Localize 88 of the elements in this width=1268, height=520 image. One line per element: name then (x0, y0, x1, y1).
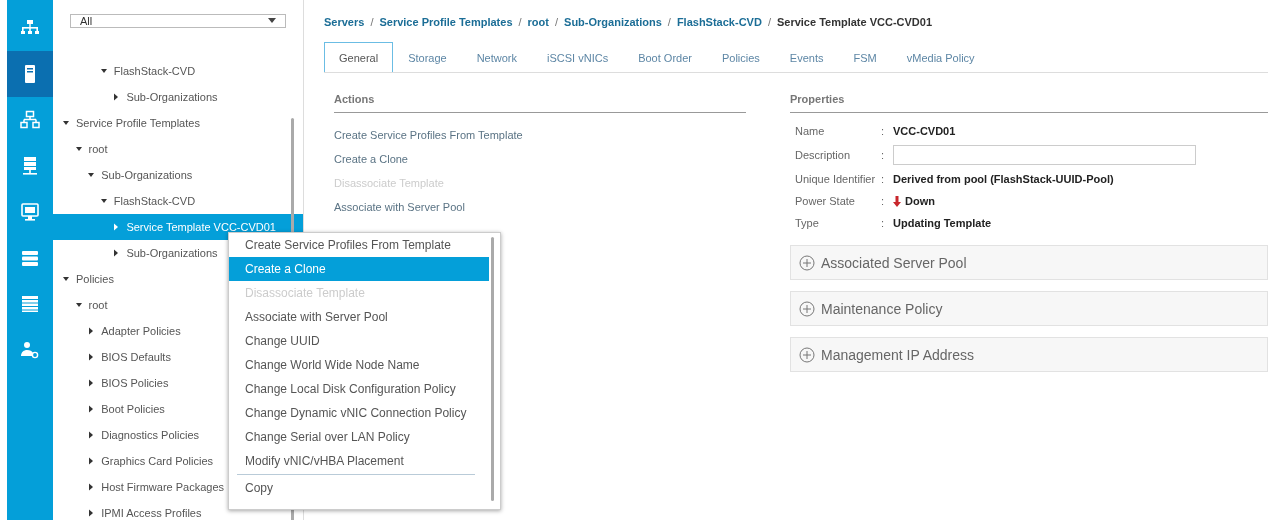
tree-item[interactable]: FlashStack-CVD (53, 58, 303, 84)
servers-nav-button[interactable] (7, 51, 53, 97)
property-label: Power State (795, 195, 856, 207)
tree-item-label: Boot Policies (101, 403, 165, 415)
tree-item-label: Policies (76, 273, 114, 285)
section-title: Management IP Address (821, 346, 975, 363)
tree-item[interactable]: FlashStack-CVD (53, 188, 303, 214)
tree-item-label: Diagnostics Policies (101, 429, 199, 441)
breadcrumb-separator: / (555, 16, 559, 28)
tree-item-label: Graphics Card Policies (101, 455, 214, 467)
tree-item[interactable]: Sub-Organizations (53, 84, 303, 110)
plus-icon (799, 300, 815, 317)
menu-item[interactable]: Modify vNIC/vHBA Placement (229, 449, 489, 473)
collapsible-section[interactable]: Associated Server Pool (790, 245, 1268, 280)
property-label: Description (795, 149, 852, 161)
property-label: Unique Identifier (795, 173, 877, 185)
tree-item[interactable]: Sub-Organizations (53, 162, 303, 188)
tab[interactable]: Storage (393, 42, 462, 72)
tree-item-label: Sub-Organizations (126, 91, 218, 103)
breadcrumb-current: Service Template VCC-CVD01 (776, 16, 933, 28)
section-heading: Properties (790, 73, 1268, 113)
breadcrumb-separator: / (767, 16, 771, 28)
menu-item[interactable]: Change Dynamic vNIC Connection Policy (229, 401, 489, 425)
tree-item-label: IPMI Access Profiles (101, 507, 202, 519)
down-arrow-icon (893, 195, 901, 207)
action-link[interactable]: Create a Clone (334, 147, 746, 171)
property-label: Name (795, 125, 826, 137)
tree-item[interactable]: IPMI Access Profiles (53, 500, 303, 520)
tree-item-label: Adapter Policies (101, 325, 181, 337)
tab[interactable]: Events (774, 42, 839, 72)
tab[interactable]: Policies (706, 42, 775, 72)
collapsible-section[interactable]: Maintenance Policy (790, 291, 1268, 326)
colon: : (881, 195, 886, 207)
storage-icon (20, 248, 40, 268)
colon: : (881, 173, 886, 185)
colon: : (881, 217, 886, 229)
tab[interactable]: General (324, 42, 394, 72)
property-value: Updating Template (893, 217, 992, 229)
breadcrumb-link[interactable]: root (527, 16, 549, 28)
section-title: Associated Server Pool (821, 254, 967, 271)
tab[interactable]: vMedia Policy (891, 42, 990, 72)
tree-item-label: Sub-Organizations (101, 169, 193, 181)
tree-item-label: Sub-Organizations (126, 247, 218, 259)
breadcrumb-link[interactable]: FlashStack-CVD (676, 16, 762, 28)
scrollbar[interactable] (491, 237, 494, 501)
tree-item[interactable]: root (53, 136, 303, 162)
breadcrumb-separator: / (667, 16, 671, 28)
collapsible-section[interactable]: Management IP Address (790, 337, 1268, 372)
property-value: VCC-CVD01 (893, 125, 956, 137)
menu-item[interactable]: Change Local Disk Configuration Policy (229, 377, 489, 401)
action-link[interactable]: Associate with Server Pool (334, 195, 746, 219)
menu-item[interactable]: Copy (229, 476, 489, 500)
menu-item[interactable]: Change World Wide Node Name (229, 353, 489, 377)
caret-down-icon[interactable] (268, 18, 276, 24)
section-heading: Actions (334, 73, 746, 113)
breadcrumb-separator: / (518, 16, 522, 28)
menu-item[interactable]: Change Serial over LAN Policy (229, 425, 489, 449)
property-label: Type (795, 217, 820, 229)
section-title: Maintenance Policy (821, 300, 943, 317)
filter-dropdown[interactable]: All (70, 14, 286, 28)
tree-item-label: Service Profile Templates (76, 117, 200, 129)
description-field[interactable] (893, 145, 1196, 165)
tree-item-label: root (88, 143, 108, 155)
property-value: Derived from pool (FlashStack-UUID-Pool) (893, 173, 1114, 185)
tree-item-label: root (88, 299, 108, 311)
tree-item[interactable]: Service Profile Templates (53, 110, 303, 136)
breadcrumb-link[interactable]: Servers (324, 16, 365, 28)
tab[interactable]: iSCSI vNICs (532, 42, 624, 72)
tree-item-label: BIOS Policies (101, 377, 169, 389)
breadcrumb-separator: / (370, 16, 374, 28)
tree-item-label: Host Firmware Packages (101, 481, 225, 493)
property-value: Down (905, 195, 935, 207)
tree-item-label: Service Template VCC-CVD01 (126, 221, 276, 233)
breadcrumb-link[interactable]: Sub-Organizations (564, 16, 662, 28)
breadcrumb-link[interactable]: Service Profile Templates (379, 16, 513, 28)
colon: : (881, 125, 886, 137)
menu-item[interactable]: Associate with Server Pool (229, 305, 489, 329)
colon: : (881, 149, 886, 161)
action-link[interactable]: Create Service Profiles From Template (334, 123, 746, 147)
tree-item-label: FlashStack-CVD (113, 65, 196, 77)
plus-icon (799, 346, 815, 363)
tree-item-label: FlashStack-CVD (113, 195, 196, 207)
tab[interactable]: Boot Order (623, 42, 707, 72)
plus-icon (799, 254, 815, 271)
tab[interactable]: FSM (838, 42, 892, 72)
tree-item-label: BIOS Defaults (101, 351, 171, 363)
tab[interactable]: Network (461, 42, 532, 72)
menu-item[interactable]: Change UUID (229, 329, 489, 353)
